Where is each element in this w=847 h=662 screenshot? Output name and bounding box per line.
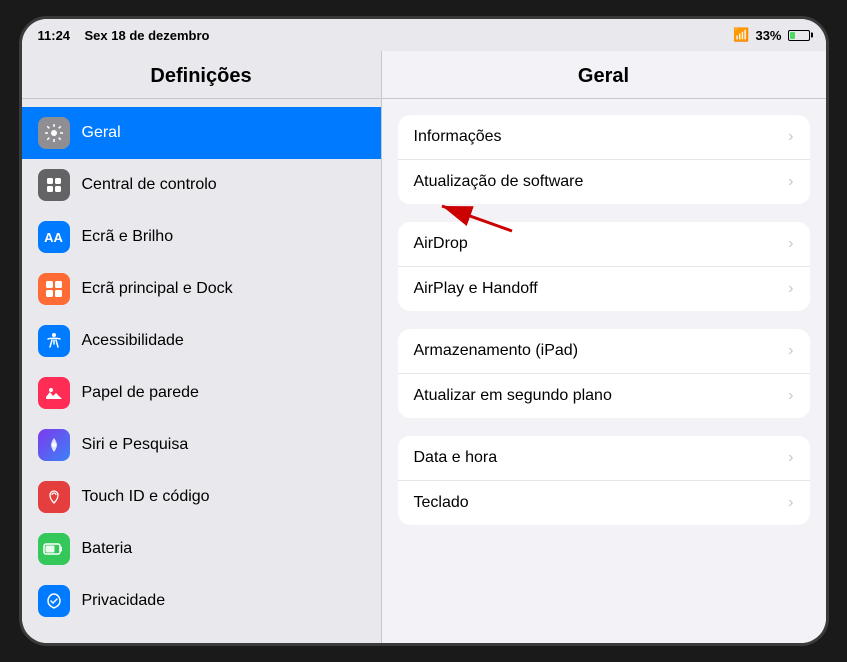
battery-percent: 33%: [755, 28, 781, 43]
status-bar: 11:24 Sex 18 de dezembro 📶 33%: [22, 19, 826, 51]
papel-parede-icon: [38, 377, 70, 409]
sidebar-item-label-geral: Geral: [82, 124, 121, 142]
row-airdrop[interactable]: AirDrop ›: [398, 222, 810, 267]
wifi-icon: 📶: [733, 27, 749, 43]
sidebar-item-privacidade[interactable]: Privacidade: [22, 575, 381, 627]
row-airdrop-label: AirDrop: [414, 235, 468, 253]
time: 11:24: [38, 28, 71, 43]
sidebar-item-label-touch-id: Touch ID e código: [82, 488, 210, 506]
siri-icon: [38, 429, 70, 461]
battery-icon: [788, 30, 810, 41]
status-indicators: 📶 33%: [733, 27, 809, 43]
settings-group-4: Data e hora › Teclado ›: [398, 436, 810, 525]
sidebar-item-ecra-dock[interactable]: Ecrã principal e Dock: [22, 263, 381, 315]
settings-group-1: Informações › Atualização de software ›: [398, 115, 810, 204]
settings-group-3: Armazenamento (iPad) › Atualizar em segu…: [398, 329, 810, 418]
sidebar-header: Definições: [22, 51, 381, 99]
row-informacoes[interactable]: Informações ›: [398, 115, 810, 160]
main-header: Geral: [382, 51, 826, 99]
sidebar-item-label-siri: Siri e Pesquisa: [82, 436, 189, 454]
touch-id-icon: [38, 481, 70, 513]
central-controlo-icon: [38, 169, 70, 201]
sidebar-item-label-acessibilidade: Acessibilidade: [82, 332, 184, 350]
row-atualizacao-chevron: ›: [788, 173, 793, 191]
content-area: Definições Geral: [22, 51, 826, 643]
ecra-brilho-icon: AA: [38, 221, 70, 253]
sidebar-list: Geral Central de controlo: [22, 99, 381, 643]
sidebar-item-bateria[interactable]: Bateria: [22, 523, 381, 575]
row-armazenamento-chevron: ›: [788, 342, 793, 360]
ecra-dock-icon: [38, 273, 70, 305]
date: Sex 18 de dezembro: [85, 28, 210, 43]
main-panel: Geral Informações › Atualização de softw…: [382, 51, 826, 643]
row-atualizacao-label: Atualização de software: [414, 173, 584, 191]
sidebar-item-label-papel: Papel de parede: [82, 384, 199, 402]
row-informacoes-label: Informações: [414, 128, 502, 146]
sidebar-item-siri[interactable]: Siri e Pesquisa: [22, 419, 381, 471]
sidebar-item-label-ecra-dock: Ecrã principal e Dock: [82, 280, 233, 298]
sidebar: Definições Geral: [22, 51, 382, 643]
row-airplay[interactable]: AirPlay e Handoff ›: [398, 267, 810, 311]
sidebar-title: Definições: [38, 65, 365, 88]
sidebar-item-acessibilidade[interactable]: Acessibilidade: [22, 315, 381, 367]
row-airplay-label: AirPlay e Handoff: [414, 280, 538, 298]
geral-icon: [38, 117, 70, 149]
row-airplay-chevron: ›: [788, 280, 793, 298]
row-armazenamento-label: Armazenamento (iPad): [414, 342, 579, 360]
status-time-date: 11:24 Sex 18 de dezembro: [38, 28, 210, 43]
row-data-hora-chevron: ›: [788, 449, 793, 467]
row-data-hora[interactable]: Data e hora ›: [398, 436, 810, 481]
row-atualizar-plano[interactable]: Atualizar em segundo plano ›: [398, 374, 810, 418]
row-atualizacao[interactable]: Atualização de software ›: [398, 160, 810, 204]
row-teclado[interactable]: Teclado ›: [398, 481, 810, 525]
settings-group-2: AirDrop › AirPlay e Handoff ›: [398, 222, 810, 311]
main-content: Informações › Atualização de software › …: [382, 99, 826, 643]
sidebar-item-ecra-brilho[interactable]: AA Ecrã e Brilho: [22, 211, 381, 263]
row-armazenamento[interactable]: Armazenamento (iPad) ›: [398, 329, 810, 374]
row-teclado-label: Teclado: [414, 494, 469, 512]
row-atualizar-plano-chevron: ›: [788, 387, 793, 405]
row-airdrop-chevron: ›: [788, 235, 793, 253]
row-informacoes-chevron: ›: [788, 128, 793, 146]
sidebar-item-papel-parede[interactable]: Papel de parede: [22, 367, 381, 419]
sidebar-item-label-central: Central de controlo: [82, 176, 217, 194]
sidebar-item-central-controlo[interactable]: Central de controlo: [22, 159, 381, 211]
sidebar-item-geral[interactable]: Geral: [22, 107, 381, 159]
sidebar-item-label-privacidade: Privacidade: [82, 592, 166, 610]
screen: 11:24 Sex 18 de dezembro 📶 33% Definiçõe…: [22, 19, 826, 643]
battery-fill: [790, 32, 796, 39]
sidebar-item-touch-id[interactable]: Touch ID e código: [22, 471, 381, 523]
row-data-hora-label: Data e hora: [414, 449, 498, 467]
sidebar-item-label-bateria: Bateria: [82, 540, 133, 558]
main-title: Geral: [398, 65, 810, 88]
privacidade-icon: [38, 585, 70, 617]
acessibilidade-icon: [38, 325, 70, 357]
bateria-icon: [38, 533, 70, 565]
ipad-device: 11:24 Sex 18 de dezembro 📶 33% Definiçõe…: [19, 16, 829, 646]
sidebar-item-label-ecra-brilho: Ecrã e Brilho: [82, 228, 174, 246]
row-atualizar-plano-label: Atualizar em segundo plano: [414, 387, 612, 405]
row-teclado-chevron: ›: [788, 494, 793, 512]
